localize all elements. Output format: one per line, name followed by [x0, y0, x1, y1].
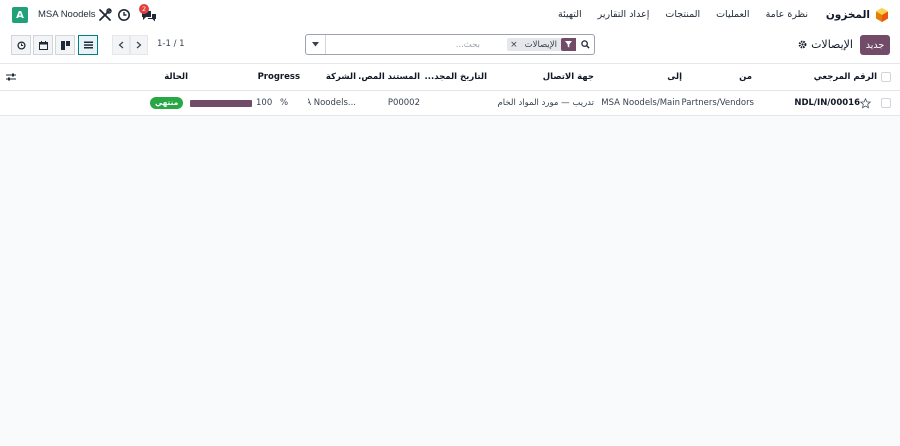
- search-bar: × الإيصالات: [305, 34, 595, 55]
- cell-contact: تدريب — مورد المواد الخام: [497, 98, 594, 108]
- progress-unit: %: [280, 98, 289, 108]
- column-header-source-document[interactable]: المستند المص...: [358, 64, 420, 90]
- pager-previous-button[interactable]: [112, 35, 130, 55]
- calendar-view-button[interactable]: [33, 35, 53, 55]
- activity-view-button[interactable]: [11, 35, 31, 55]
- column-header-company[interactable]: الشركة: [308, 64, 356, 90]
- navbar-systray: A MSA Noodels 2: [0, 0, 200, 30]
- column-header-progress[interactable]: Progress: [190, 64, 300, 90]
- kanban-icon: [60, 40, 70, 50]
- cell-company: A Noodels...: [308, 98, 356, 108]
- breadcrumb: الإيصالات: [798, 38, 853, 51]
- menu-item-reporting[interactable]: إعداد التقارير: [598, 9, 650, 20]
- progress-bar: [190, 99, 252, 107]
- menu-item-configuration[interactable]: التهيئة: [558, 9, 582, 20]
- facet-remove-button[interactable]: ×: [507, 40, 521, 50]
- calendar-icon: [38, 40, 48, 50]
- page-title: الإيصالات: [811, 38, 853, 51]
- menu-item-overview[interactable]: نظرة عامة: [766, 9, 808, 20]
- chevron-right-icon: [136, 41, 142, 49]
- main-menu: نظرة عامة العمليات المنتجات إعداد التقار…: [558, 9, 808, 20]
- search-icon[interactable]: [576, 35, 594, 54]
- cell-to: MSA Noodels/Main: [601, 98, 680, 108]
- new-button[interactable]: جديد: [860, 35, 890, 55]
- clock-icon[interactable]: [117, 8, 131, 22]
- table-row[interactable]: NDL/IN/00016 Partners/Vendors MSA Noodel…: [0, 91, 900, 116]
- star-icon[interactable]: [860, 91, 874, 115]
- app-name[interactable]: المخزون: [826, 9, 870, 21]
- caret-down-icon: [312, 42, 319, 47]
- pager-value[interactable]: 1-1 / 1: [157, 39, 185, 49]
- facet-label: الإيصالات: [524, 39, 557, 50]
- search-input[interactable]: [330, 37, 480, 52]
- pager-next-button[interactable]: [130, 35, 148, 55]
- column-header-contact[interactable]: جهة الاتصال: [490, 64, 594, 90]
- column-header-scheduled-date[interactable]: التاريخ المجد...: [425, 64, 487, 90]
- menu-item-products[interactable]: المنتجات: [665, 9, 700, 20]
- cell-scheduled-date: [425, 91, 487, 115]
- control-panel: جديد الإيصالات × الإيصالات 1-1 / 1: [0, 30, 900, 64]
- select-all-checkbox[interactable]: [881, 72, 891, 82]
- filter-icon: [561, 38, 576, 51]
- sliders-icon: [6, 73, 16, 81]
- company-switcher[interactable]: MSA Noodels: [38, 9, 96, 20]
- tools-icon[interactable]: [98, 8, 112, 22]
- column-header-from[interactable]: من: [690, 64, 752, 90]
- table-header: الرقم المرجعي من إلى جهة الاتصال التاريخ…: [0, 64, 900, 91]
- kanban-view-button[interactable]: [55, 35, 75, 55]
- list-icon: [83, 41, 93, 49]
- clock-icon: [16, 40, 26, 50]
- row-checkbox[interactable]: [881, 98, 891, 108]
- search-options-toggle[interactable]: [306, 35, 326, 54]
- inventory-app-icon[interactable]: [874, 7, 890, 23]
- menu-item-operations[interactable]: العمليات: [716, 9, 749, 20]
- gear-icon[interactable]: [798, 40, 807, 49]
- list-view-button[interactable]: [78, 35, 98, 55]
- chat-badge: 2: [139, 4, 149, 14]
- user-avatar[interactable]: A: [12, 7, 28, 23]
- column-header-to[interactable]: إلى: [600, 64, 682, 90]
- cell-from: Partners/Vendors: [681, 98, 754, 108]
- column-header-status[interactable]: الحالة: [150, 64, 188, 90]
- search-facet: × الإيصالات: [507, 38, 576, 51]
- progress-value: 100: [256, 98, 273, 108]
- cell-reference: NDL/IN/00016: [794, 98, 860, 108]
- status-badge: منتهي: [150, 97, 184, 109]
- chevron-left-icon: [118, 41, 124, 49]
- column-header-reference[interactable]: الرقم المرجعي: [755, 64, 877, 90]
- top-navbar: المخزون نظرة عامة العمليات المنتجات إعدا…: [0, 0, 900, 30]
- optional-columns-toggle[interactable]: [6, 64, 20, 90]
- cell-source-document: P00002: [387, 98, 420, 108]
